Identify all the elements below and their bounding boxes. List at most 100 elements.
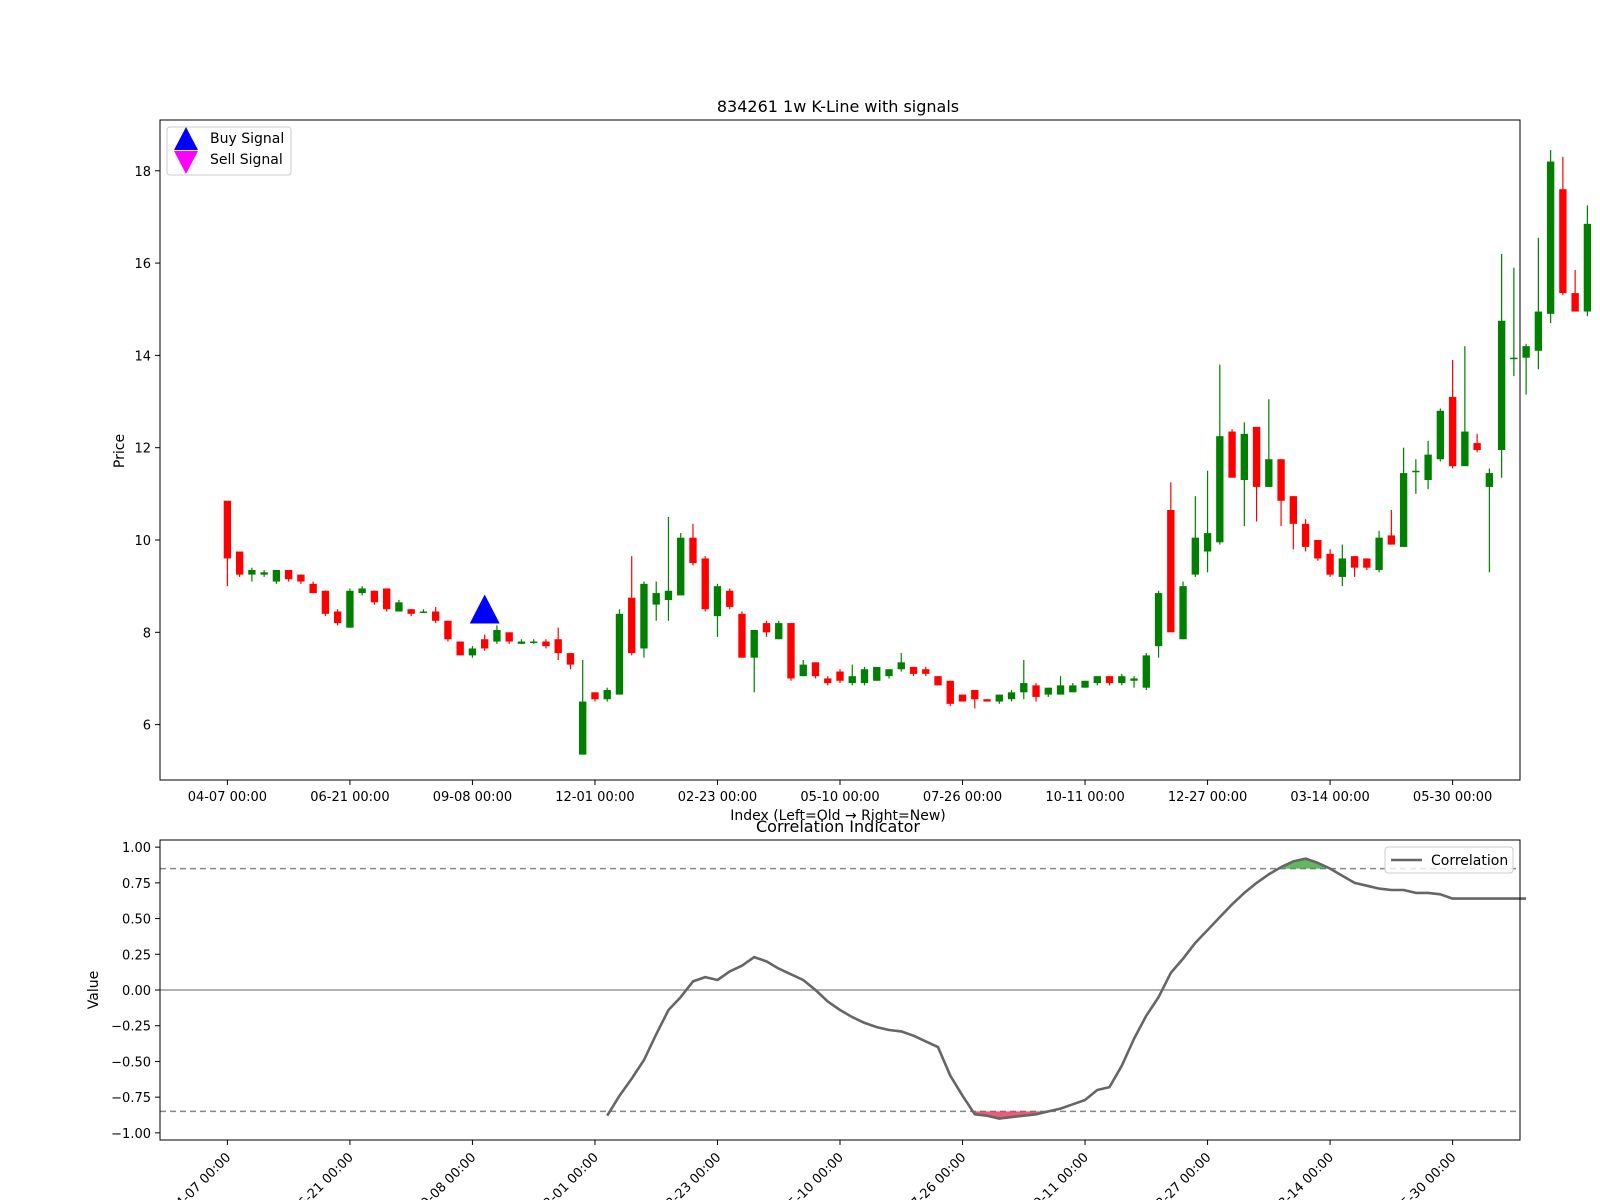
- correlation-y-tick-label: −0.25: [111, 1020, 151, 1035]
- candle-body: [1522, 346, 1530, 358]
- correlation-y-tick-label: 0.00: [122, 984, 151, 999]
- candle-body: [260, 572, 268, 575]
- candle: [382, 588, 391, 612]
- candle-body: [1301, 523, 1310, 547]
- candle-body: [615, 613, 624, 695]
- candle-body: [493, 630, 501, 642]
- candle: [517, 639, 526, 644]
- candle-body: [432, 611, 440, 621]
- candle: [873, 666, 881, 681]
- candle: [983, 699, 991, 702]
- candle: [407, 609, 415, 617]
- candle: [1485, 468, 1494, 573]
- candle-body: [1093, 676, 1101, 684]
- kline-y-label: Price: [112, 434, 128, 468]
- candle: [248, 567, 256, 582]
- candle-body: [1338, 558, 1347, 577]
- candle: [1069, 683, 1077, 693]
- candle-body: [995, 694, 1003, 702]
- candle: [1314, 540, 1322, 561]
- candle-body: [1497, 320, 1506, 450]
- candle: [799, 660, 807, 677]
- candle: [1448, 360, 1457, 469]
- candle: [444, 620, 452, 642]
- correlation-y-tick-label: 0.50: [122, 913, 151, 928]
- candle-body: [591, 692, 599, 700]
- candle: [235, 551, 244, 577]
- candle-body: [1020, 683, 1028, 693]
- candle: [860, 666, 869, 686]
- candle-body: [235, 551, 244, 575]
- candle: [1240, 422, 1248, 527]
- candle: [260, 570, 268, 577]
- kline-x-tick-label: 12-27 00:00: [1168, 790, 1247, 805]
- candle-body: [554, 639, 562, 654]
- candle: [1424, 440, 1432, 490]
- candle-body: [358, 588, 366, 594]
- candle-body: [775, 623, 783, 640]
- kline-x-tick-label: 06-21 00:00: [310, 790, 389, 805]
- candle-body: [1032, 685, 1040, 697]
- candle-body: [885, 669, 893, 677]
- kline-chart: 834261 1w K-Line with signals 6 8 10 12 14 16…: [112, 97, 1592, 824]
- candle-body: [713, 586, 722, 617]
- kline-y-tick-label: 14: [134, 349, 151, 364]
- candle-body: [848, 676, 856, 684]
- candle-body: [1510, 357, 1518, 360]
- correlation-x-tick-label: 06-21 00:00: [290, 1150, 357, 1200]
- candle-body: [958, 694, 967, 702]
- candle-body: [1105, 676, 1114, 684]
- candle: [1338, 544, 1347, 587]
- buy-legend-label: Buy Signal: [210, 131, 284, 147]
- candle: [456, 641, 464, 656]
- correlation-x-tick-label: 09-08 00:00: [413, 1150, 480, 1200]
- candle: [358, 586, 366, 596]
- correlation-x-tick-label: 07-26 00:00: [903, 1150, 970, 1200]
- candle-body: [1399, 473, 1408, 547]
- candle-body: [860, 669, 869, 684]
- candle-body: [628, 597, 636, 654]
- candle: [1056, 676, 1065, 695]
- correlation-x-ticks: 04-07 00:00 06-21 00:00 09-08 00:00 12-01 0…: [167, 1140, 1459, 1200]
- kline-y-tick-label: 10: [134, 534, 151, 549]
- candle: [1216, 364, 1224, 545]
- kline-x-tick-label: 07-26 00:00: [923, 790, 1002, 805]
- candle: [738, 611, 746, 658]
- candle: [995, 694, 1003, 704]
- candle: [836, 669, 844, 684]
- kline-y-ticks: 6 8 10 12 14 16 18: [134, 165, 160, 734]
- candle: [419, 609, 428, 614]
- kline-y-tick-label: 18: [134, 165, 151, 180]
- kline-y-tick-label: 6: [143, 719, 151, 734]
- candle-body: [395, 602, 403, 612]
- candle: [1228, 429, 1236, 478]
- candle-body: [382, 588, 391, 610]
- correlation-x-tick-label: 04-07 00:00: [167, 1150, 234, 1200]
- kline-x-tick-label: 05-10 00:00: [800, 790, 879, 805]
- correlation-y-label: Value: [86, 971, 102, 1009]
- candle: [1461, 346, 1469, 467]
- candle-body: [983, 699, 991, 702]
- candle: [432, 606, 440, 624]
- candle-body: [566, 653, 575, 665]
- candle-body: [799, 664, 807, 677]
- kline-x-tick-label: 04-07 00:00: [188, 790, 267, 805]
- correlation-y-tick-label: 0.25: [122, 948, 151, 963]
- candle: [1289, 496, 1298, 550]
- candle: [1252, 426, 1261, 522]
- candle: [1142, 653, 1150, 690]
- candle: [1007, 690, 1016, 702]
- candle: [1350, 556, 1359, 577]
- candle: [542, 639, 550, 649]
- candle: [652, 581, 660, 621]
- candle: [811, 662, 820, 679]
- candle-body: [309, 583, 317, 594]
- correlation-legend: Correlation: [1384, 846, 1514, 874]
- candle: [958, 694, 967, 702]
- candle: [1412, 459, 1420, 494]
- candle: [272, 570, 281, 584]
- figure: 834261 1w K-Line with signals 6 8 10 12 14 16…: [86, 97, 1592, 1200]
- candle: [493, 625, 501, 644]
- candle: [554, 627, 562, 660]
- candle: [1326, 549, 1334, 577]
